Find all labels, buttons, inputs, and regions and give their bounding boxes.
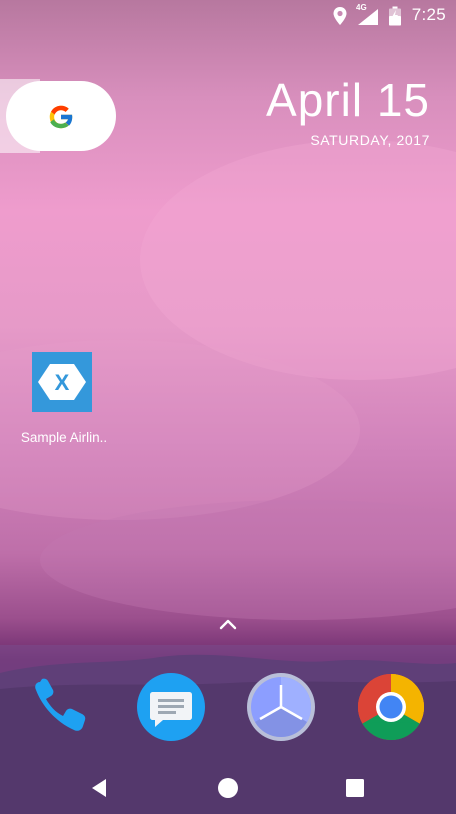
status-time: 7:25 (411, 5, 446, 24)
back-icon[interactable] (88, 776, 112, 800)
app-shortcut-sample-airline[interactable]: X Sample Airlin.. (14, 350, 110, 460)
chevron-up-icon[interactable] (217, 615, 239, 633)
date-text: April 15 (266, 74, 430, 126)
date-widget[interactable]: April 15 SATURDAY, 2017 (266, 74, 430, 148)
app-tile: X (32, 352, 92, 412)
phone-icon[interactable] (26, 672, 96, 742)
clock-icon[interactable] (246, 672, 316, 742)
cell-signal-icon (358, 9, 378, 25)
message-icon[interactable] (136, 672, 206, 742)
chrome-icon[interactable] (356, 672, 426, 742)
xamarin-x-icon: X (38, 364, 86, 400)
recents-icon[interactable] (343, 776, 367, 800)
app-label: Sample Airlin.. (20, 430, 108, 445)
home-icon[interactable] (216, 776, 240, 800)
weekday-year-text: SATURDAY, 2017 (310, 132, 430, 148)
navigation-bar (0, 760, 456, 814)
svg-text:X: X (55, 370, 70, 395)
battery-charging-icon (389, 6, 401, 26)
home-screen: 4G 7:25 April 15 SATURDAY, 2017 X Sample… (0, 0, 456, 814)
google-g-icon[interactable] (46, 102, 76, 132)
location-icon (333, 7, 347, 25)
status-bar: 4G 7:25 (0, 0, 456, 32)
